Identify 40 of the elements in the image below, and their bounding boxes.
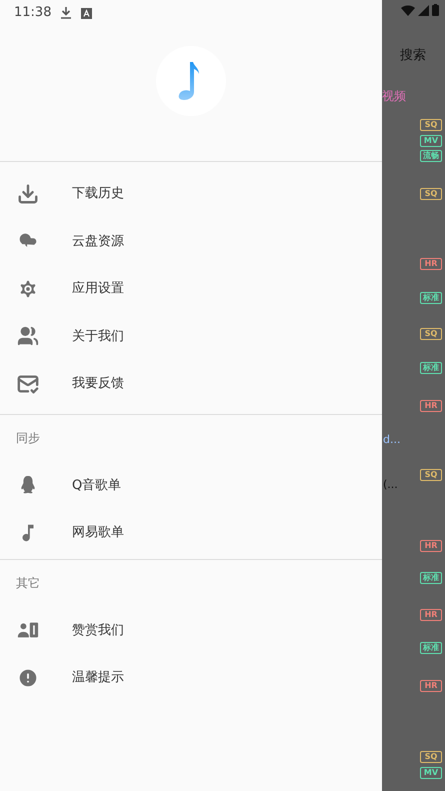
section-header: 其它	[16, 575, 40, 592]
drawer-item[interactable]: 关于我们	[0, 312, 382, 360]
people-icon	[17, 325, 39, 348]
drawer-item[interactable]: 下载历史	[0, 170, 382, 218]
quality-tag: HR	[420, 680, 442, 692]
quality-tag: 标准	[420, 362, 442, 374]
quality-tag: SQ	[420, 119, 442, 131]
quality-tag: HR	[420, 609, 442, 621]
quality-tag: SQ	[420, 469, 442, 481]
quality-tag: MV	[420, 767, 442, 779]
keyboard-icon	[81, 8, 92, 18]
quality-tag: SQ	[420, 751, 442, 763]
drawer-item[interactable]: 我要反馈	[0, 360, 382, 408]
download-icon	[17, 182, 39, 205]
quality-tag: MV	[420, 135, 442, 147]
drawer-item[interactable]: 云盘资源	[0, 218, 382, 265]
status-time: 11:38	[14, 4, 52, 22]
mail-check-icon	[17, 372, 39, 395]
quality-tag: 标准	[420, 642, 442, 654]
download-icon	[60, 7, 72, 19]
wifi-icon	[401, 4, 415, 16]
signal-icon	[418, 4, 429, 16]
battery-icon	[432, 4, 439, 16]
alert-icon	[17, 666, 39, 689]
quality-tag: HR	[420, 258, 442, 270]
quality-tag: SQ	[420, 188, 442, 200]
quality-tag: SQ	[420, 328, 442, 340]
quality-tag: 标准	[420, 572, 442, 584]
drawer-item[interactable]: 赞赏我们	[0, 606, 382, 654]
drawer-item[interactable]: 网易歌单	[0, 509, 382, 556]
quality-tag: 标准	[420, 292, 442, 304]
drawer-item[interactable]: 温馨提示	[0, 654, 382, 702]
quality-tag: HR	[420, 400, 442, 412]
quality-tag: HR	[420, 540, 442, 552]
song-title: (...	[383, 477, 398, 493]
drawer-item[interactable]: Q音歌单	[0, 462, 382, 509]
song-title: d...	[383, 432, 400, 448]
section-header: 同步	[16, 430, 40, 447]
quality-tag: 流畅	[420, 150, 442, 162]
drawer-item[interactable]: 应用设置	[0, 265, 382, 312]
